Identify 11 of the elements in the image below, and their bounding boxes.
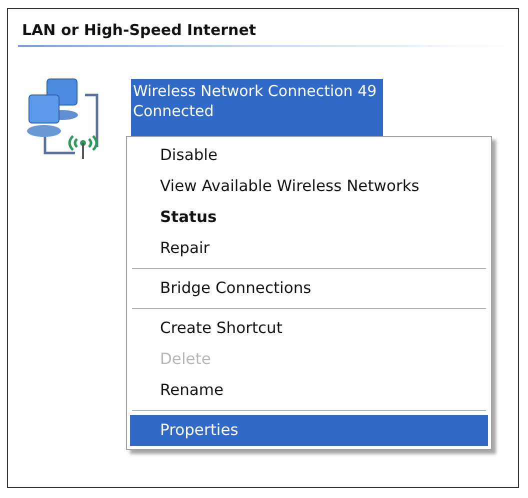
menu-item[interactable]: Properties	[130, 415, 488, 446]
menu-item[interactable]: Status	[130, 202, 488, 233]
menu-item[interactable]: Disable	[130, 140, 488, 171]
section-title: LAN or High-Speed Internet	[18, 21, 508, 47]
menu-item[interactable]: View Available Wireless Networks	[130, 171, 488, 202]
menu-item[interactable]: Create Shortcut	[130, 313, 488, 344]
connection-name: Wireless Network Connection 49	[133, 81, 377, 101]
menu-item[interactable]: Repair	[130, 233, 488, 264]
menu-item[interactable]: Bridge Connections	[130, 273, 488, 304]
menu-item[interactable]: Rename	[130, 375, 488, 406]
connection-status: Connected	[133, 101, 215, 121]
